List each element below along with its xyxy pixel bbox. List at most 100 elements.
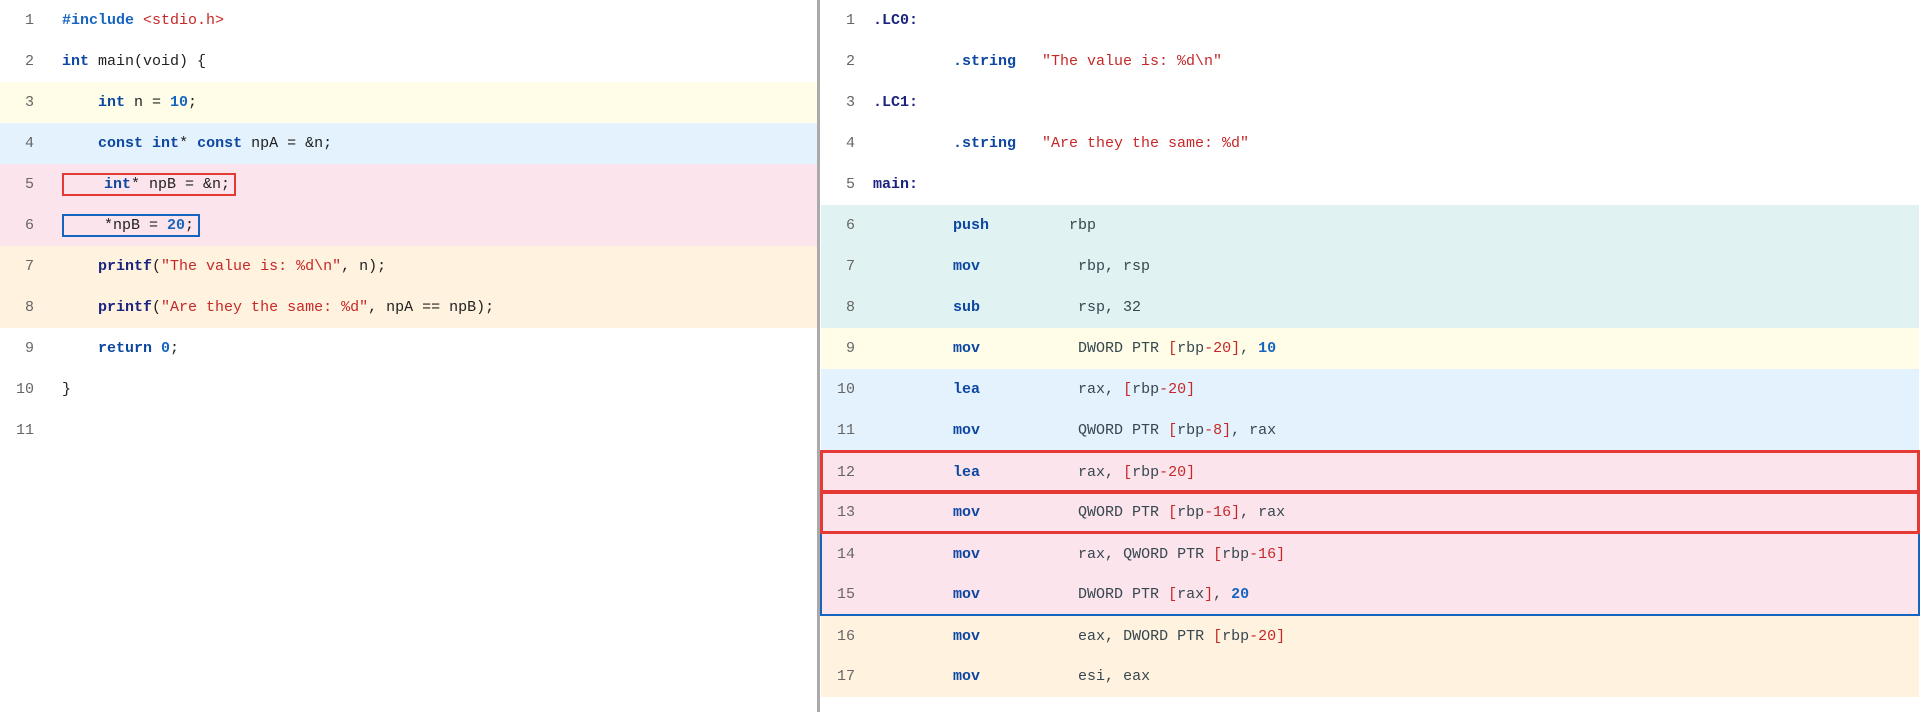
- asm-operands: QWORD PTR [rbp-8], rax: [1033, 410, 1919, 451]
- left-code-table: 1#include <stdio.h>2int main(void) {3 in…: [0, 0, 817, 451]
- asm-operands: QWORD PTR [rbp-16], rax: [1033, 492, 1919, 533]
- line-number: 1: [0, 0, 52, 41]
- line-number: 6: [0, 205, 52, 246]
- line-code: #include <stdio.h>: [52, 0, 817, 41]
- asm-operands: [1033, 164, 1919, 205]
- line-number: 3: [0, 82, 52, 123]
- table-row: 9 return 0;: [0, 328, 817, 369]
- table-row: 4.string "Are they the same: %d": [821, 123, 1919, 164]
- asm-operands: rax, [rbp-20]: [1033, 451, 1919, 492]
- table-row: 7mov rbp, rsp: [821, 246, 1919, 287]
- asm-instruction: .LC1:: [873, 82, 1033, 123]
- table-row: 1.LC0:: [821, 0, 1919, 41]
- table-row: 16mov eax, DWORD PTR [rbp-20]: [821, 615, 1919, 656]
- asm-instruction: lea: [873, 369, 1033, 410]
- table-row: 8sub rsp, 32: [821, 287, 1919, 328]
- line-code: printf("Are they the same: %d", npA == n…: [52, 287, 817, 328]
- asm-operands: rax, [rbp-20]: [1033, 369, 1919, 410]
- right-code-table: 1.LC0:2.string "The value is: %d\n"3.LC1…: [820, 0, 1920, 697]
- line-number: 5: [0, 164, 52, 205]
- table-row: 14mov rax, QWORD PTR [rbp-16]: [821, 533, 1919, 574]
- line-code: printf("The value is: %d\n", n);: [52, 246, 817, 287]
- line-number: 11: [821, 410, 873, 451]
- line-number: 4: [821, 123, 873, 164]
- asm-instruction: mov: [873, 246, 1033, 287]
- line-code: }: [52, 369, 817, 410]
- line-code: [52, 410, 817, 451]
- asm-operands: DWORD PTR [rbp-20], 10: [1033, 328, 1919, 369]
- asm-instruction: mov: [873, 656, 1033, 697]
- table-row: 15mov DWORD PTR [rax], 20: [821, 574, 1919, 615]
- table-row: 12lea rax, [rbp-20]: [821, 451, 1919, 492]
- asm-instruction: mov: [873, 533, 1033, 574]
- line-code: int* npB = &n;: [52, 164, 817, 205]
- line-number: 8: [0, 287, 52, 328]
- line-number: 1: [821, 0, 873, 41]
- table-row: 11mov QWORD PTR [rbp-8], rax: [821, 410, 1919, 451]
- table-row: 3 int n = 10;: [0, 82, 817, 123]
- line-number: 15: [821, 574, 873, 615]
- line-code: *npB = 20;: [52, 205, 817, 246]
- asm-instruction: main:: [873, 164, 1033, 205]
- table-row: 9mov DWORD PTR [rbp-20], 10: [821, 328, 1919, 369]
- line-number: 11: [0, 410, 52, 451]
- line-number: 17: [821, 656, 873, 697]
- asm-instruction: .string: [873, 41, 1033, 82]
- line-number: 7: [821, 246, 873, 287]
- table-row: 10}: [0, 369, 817, 410]
- highlight-box-red: int* npB = &n;: [62, 173, 236, 196]
- line-number: 7: [0, 246, 52, 287]
- asm-instruction: sub: [873, 287, 1033, 328]
- line-number: 8: [821, 287, 873, 328]
- line-number: 9: [821, 328, 873, 369]
- table-row: 7 printf("The value is: %d\n", n);: [0, 246, 817, 287]
- asm-instruction: .LC0:: [873, 0, 1033, 41]
- line-number: 3: [821, 82, 873, 123]
- line-number: 14: [821, 533, 873, 574]
- asm-instruction: lea: [873, 451, 1033, 492]
- line-number: 6: [821, 205, 873, 246]
- line-number: 10: [0, 369, 52, 410]
- line-number: 9: [0, 328, 52, 369]
- line-code: return 0;: [52, 328, 817, 369]
- asm-operands: rax, QWORD PTR [rbp-16]: [1033, 533, 1919, 574]
- table-row: 1#include <stdio.h>: [0, 0, 817, 41]
- table-row: 11: [0, 410, 817, 451]
- asm-instruction: mov: [873, 492, 1033, 533]
- table-row: 17mov esi, eax: [821, 656, 1919, 697]
- line-number: 4: [0, 123, 52, 164]
- asm-instruction: mov: [873, 410, 1033, 451]
- asm-operands: rbp, rsp: [1033, 246, 1919, 287]
- line-number: 10: [821, 369, 873, 410]
- asm-instruction: push: [873, 205, 1033, 246]
- asm-instruction: .string: [873, 123, 1033, 164]
- left-pane: 1#include <stdio.h>2int main(void) {3 in…: [0, 0, 820, 712]
- table-row: 2.string "The value is: %d\n": [821, 41, 1919, 82]
- table-row: 13mov QWORD PTR [rbp-16], rax: [821, 492, 1919, 533]
- highlight-box-blue: *npB = 20;: [62, 214, 200, 237]
- line-number: 2: [0, 41, 52, 82]
- table-row: 6push rbp: [821, 205, 1919, 246]
- table-row: 8 printf("Are they the same: %d", npA ==…: [0, 287, 817, 328]
- asm-operands: rsp, 32: [1033, 287, 1919, 328]
- asm-operands: eax, DWORD PTR [rbp-20]: [1033, 615, 1919, 656]
- table-row: 10lea rax, [rbp-20]: [821, 369, 1919, 410]
- asm-operands: DWORD PTR [rax], 20: [1033, 574, 1919, 615]
- table-row: 5main:: [821, 164, 1919, 205]
- asm-operands: [1033, 0, 1919, 41]
- table-row: 5 int* npB = &n;: [0, 164, 817, 205]
- asm-operands: esi, eax: [1033, 656, 1919, 697]
- line-number: 16: [821, 615, 873, 656]
- table-row: 2int main(void) {: [0, 41, 817, 82]
- line-code: int n = 10;: [52, 82, 817, 123]
- table-row: 4 const int* const npA = &n;: [0, 123, 817, 164]
- asm-instruction: mov: [873, 615, 1033, 656]
- asm-operands: rbp: [1033, 205, 1919, 246]
- table-row: 3.LC1:: [821, 82, 1919, 123]
- asm-instruction: mov: [873, 574, 1033, 615]
- line-number: 5: [821, 164, 873, 205]
- line-number: 13: [821, 492, 873, 533]
- line-number: 12: [821, 451, 873, 492]
- line-number: 2: [821, 41, 873, 82]
- asm-operands: [1033, 82, 1919, 123]
